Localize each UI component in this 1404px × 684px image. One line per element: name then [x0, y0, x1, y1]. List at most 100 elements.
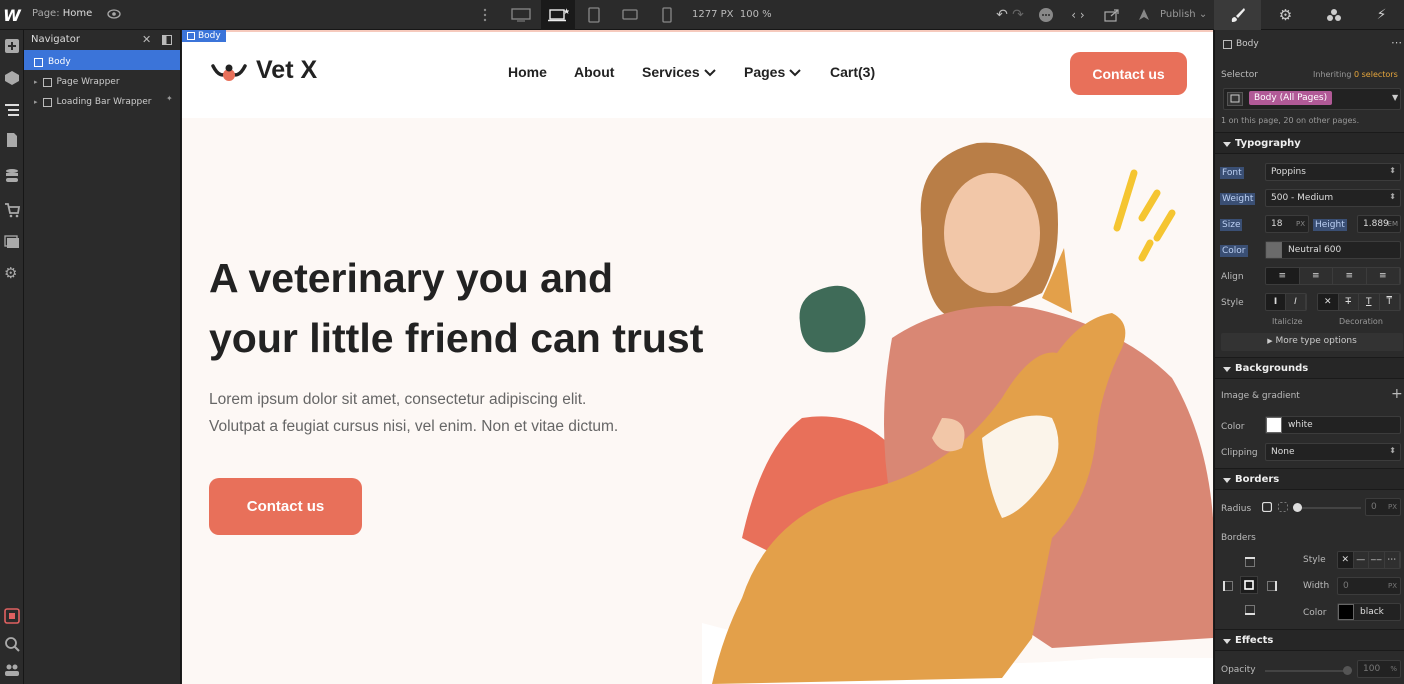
settings-icon[interactable]: ⚙	[4, 264, 20, 282]
tab-interactions[interactable]: ⚡	[1358, 0, 1404, 30]
radius-slider-handle[interactable]	[1293, 503, 1302, 512]
clipping-select[interactable]: None	[1265, 443, 1401, 461]
strikethrough-icon[interactable]: T	[1338, 294, 1359, 310]
more-type-options-button[interactable]: ▶ More type options	[1221, 333, 1403, 351]
opacity-slider-handle[interactable]	[1343, 666, 1352, 675]
designer-canvas[interactable]: Vet X Home About Services Pages Cart(3) …	[182, 30, 1213, 684]
border-all-button[interactable]	[1240, 576, 1258, 594]
border-width-unit[interactable]: PX	[1388, 582, 1397, 590]
caret-down-icon[interactable]: ▼	[1392, 93, 1398, 102]
eye-icon[interactable]	[107, 7, 121, 21]
mobile-portrait-breakpoint-button[interactable]	[650, 0, 684, 30]
redo-button[interactable]: ↷	[1010, 0, 1026, 30]
menu-pages[interactable]: Pages	[744, 64, 801, 80]
radius-slider-track[interactable]	[1295, 507, 1361, 509]
color-swatch[interactable]	[1266, 242, 1282, 258]
page-selector[interactable]: Page: Home	[32, 8, 92, 19]
border-color-swatch[interactable]	[1338, 604, 1354, 620]
no-decoration-icon[interactable]: ✕	[1318, 294, 1339, 310]
weight-select[interactable]: 500 - Medium	[1265, 189, 1401, 207]
radius-input[interactable]: 0 PX	[1365, 498, 1401, 516]
publish-button[interactable]: Publish ⌄	[1160, 9, 1207, 20]
nav-item-body[interactable]: Body	[24, 50, 180, 70]
border-top-icon[interactable]	[1245, 557, 1255, 567]
nav-item-loading-bar-wrapper[interactable]: ▸ Loading Bar Wrapper ✦	[24, 90, 180, 110]
effects-section-header[interactable]: Effects	[1215, 629, 1404, 651]
nav-item-page-wrapper[interactable]: ▸ Page Wrapper	[24, 70, 180, 90]
align-right-icon[interactable]: ≡	[1333, 268, 1367, 284]
regular-icon[interactable]: I	[1266, 294, 1286, 310]
tab-style-manager[interactable]	[1310, 0, 1357, 30]
brand-logo[interactable]: Vet X	[210, 56, 317, 85]
opacity-input[interactable]: 100 %	[1357, 660, 1401, 678]
inheriting-count[interactable]: 0 selectors	[1354, 70, 1398, 79]
overline-icon[interactable]: T	[1379, 294, 1400, 310]
webflow-logo[interactable]: W	[0, 0, 24, 30]
underline-icon[interactable]: T	[1359, 294, 1380, 310]
size-unit[interactable]: PX	[1296, 220, 1305, 228]
collapse-icon[interactable]: ✕	[142, 33, 151, 46]
add-background-icon[interactable]: +	[1391, 386, 1403, 402]
opacity-slider-track[interactable]	[1265, 670, 1347, 672]
caret-right-icon[interactable]: ▸	[34, 78, 38, 86]
share-button[interactable]	[1100, 0, 1124, 30]
caret-right-icon[interactable]: ▸	[34, 98, 38, 106]
assets-icon[interactable]	[4, 234, 20, 250]
header-contact-button[interactable]: Contact us	[1070, 52, 1187, 95]
border-dashed-icon[interactable]: ‒‒	[1369, 552, 1385, 568]
opacity-unit[interactable]: %	[1390, 665, 1397, 673]
more-horizontal-icon[interactable]: ⋯	[1391, 36, 1402, 49]
desktop-breakpoint-button[interactable]: ★	[541, 0, 575, 30]
background-color-field[interactable]: white	[1265, 416, 1401, 434]
menu-cart[interactable]: Cart(3)	[830, 64, 875, 80]
tab-style[interactable]	[1214, 0, 1261, 30]
border-none-icon[interactable]: ✕	[1338, 552, 1354, 568]
border-solid-icon[interactable]: —	[1353, 552, 1369, 568]
navigator-icon[interactable]	[4, 102, 20, 118]
border-width-input[interactable]: 0 PX	[1337, 577, 1401, 595]
hero-contact-button[interactable]: Contact us	[209, 478, 362, 535]
radius-unit[interactable]: PX	[1388, 503, 1397, 511]
background-color-swatch[interactable]	[1266, 417, 1282, 433]
border-right-icon[interactable]	[1267, 581, 1277, 591]
font-select[interactable]: Poppins	[1265, 163, 1401, 181]
search-icon[interactable]	[4, 636, 20, 652]
components-icon[interactable]	[4, 70, 20, 86]
border-dotted-icon[interactable]: ⋯	[1384, 552, 1400, 568]
text-color-field[interactable]: Neutral 600	[1265, 241, 1401, 259]
desktop-large-breakpoint-button[interactable]	[504, 0, 538, 30]
comments-button[interactable]	[1035, 0, 1057, 30]
pages-icon[interactable]	[4, 132, 20, 148]
menu-about[interactable]: About	[574, 64, 614, 80]
radius-all-icon[interactable]	[1262, 502, 1272, 512]
height-unit[interactable]: EM	[1388, 220, 1398, 228]
selector-field[interactable]: Body (All Pages) ▼	[1223, 88, 1401, 110]
more-vertical-icon[interactable]	[482, 8, 488, 22]
menu-services[interactable]: Services	[642, 64, 716, 80]
border-bottom-icon[interactable]	[1245, 605, 1255, 615]
italic-icon[interactable]: I	[1286, 294, 1306, 310]
radius-individual-icon[interactable]	[1278, 502, 1288, 512]
tab-settings[interactable]: ⚙	[1262, 0, 1309, 30]
align-justify-icon[interactable]: ≡	[1366, 268, 1400, 284]
users-icon[interactable]	[4, 662, 20, 678]
size-input[interactable]: 18 PX	[1265, 215, 1309, 233]
code-export-button[interactable]: ‹ ›	[1066, 0, 1090, 30]
tablet-breakpoint-button[interactable]	[577, 0, 611, 30]
backgrounds-section-header[interactable]: Backgrounds	[1215, 357, 1404, 379]
menu-home[interactable]: Home	[508, 64, 547, 80]
add-icon[interactable]	[4, 38, 20, 54]
pin-panel-icon[interactable]	[162, 35, 172, 45]
align-center-icon[interactable]: ≡	[1299, 268, 1333, 284]
align-left-icon[interactable]: ≡	[1266, 268, 1300, 284]
ecommerce-icon[interactable]	[4, 202, 20, 218]
border-color-field[interactable]: black	[1337, 603, 1401, 621]
borders-section-header[interactable]: Borders	[1215, 468, 1404, 490]
typography-section-header[interactable]: Typography	[1215, 132, 1404, 154]
border-left-icon[interactable]	[1223, 581, 1233, 591]
undo-button[interactable]: ↶	[992, 0, 1012, 30]
height-input[interactable]: 1.889 EM	[1357, 215, 1401, 233]
selected-element-tag[interactable]: Body	[182, 30, 226, 42]
selector-tag[interactable]: Body (All Pages)	[1249, 91, 1333, 105]
cms-icon[interactable]	[4, 168, 20, 184]
